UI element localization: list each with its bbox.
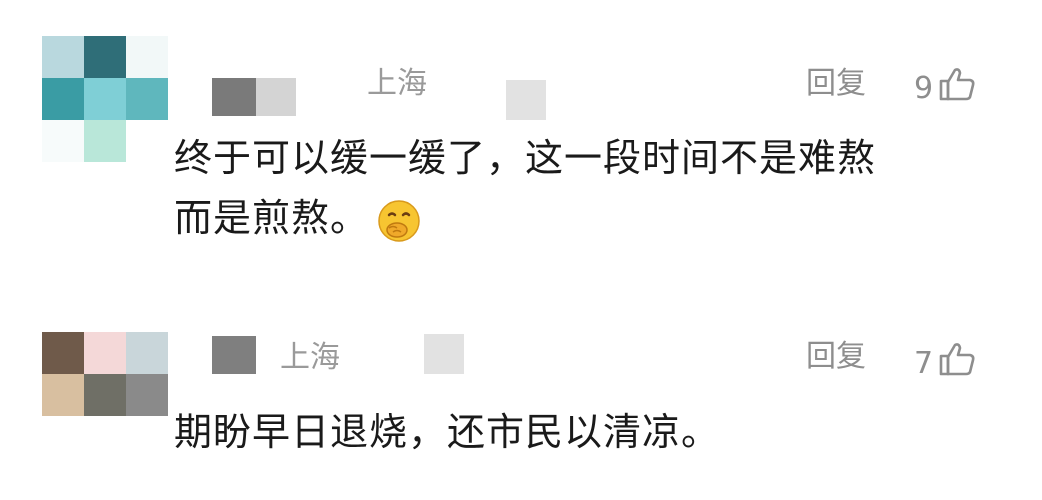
- avatar-pixel: [42, 78, 84, 120]
- comment-text: 终于可以缓一缓了，这一段时间不是难熬 而是煎熬。: [174, 128, 974, 248]
- avatar-pixel: [42, 120, 84, 162]
- like-count: 7: [914, 345, 934, 381]
- blur-block: [212, 336, 256, 374]
- avatar-pixel: [42, 332, 84, 374]
- avatar-pixel: [84, 332, 126, 374]
- avatar-pixel: [42, 36, 84, 78]
- avatar[interactable]: [42, 36, 168, 162]
- hand-over-mouth-emoji-icon: [375, 197, 423, 245]
- avatar-pixel: [42, 374, 84, 416]
- comment-item: 上海 回复 7 期盼早日退烧，还市民以清凉。: [0, 300, 1042, 500]
- avatar-pixel: [84, 36, 126, 78]
- comment-text-line: 期盼早日退烧，还市民以清凉。: [174, 410, 721, 454]
- comment-text: 期盼早日退烧，还市民以清凉。: [174, 402, 974, 462]
- location-label: 上海: [367, 66, 427, 101]
- blur-block: [256, 78, 296, 116]
- username-blurred[interactable]: [212, 336, 256, 374]
- username-blurred[interactable]: [212, 78, 296, 116]
- avatar-pixel: [84, 374, 126, 416]
- comment-item: 上海 回复 9 终于可以缓一缓了，这一段时间不是难熬 而是煎熬。: [0, 0, 1042, 300]
- location-label: 上海: [280, 340, 340, 375]
- like-button[interactable]: 7: [914, 339, 977, 388]
- like-button[interactable]: 9: [914, 64, 977, 113]
- like-count: 9: [914, 70, 934, 106]
- avatar-pixel: [84, 78, 126, 120]
- blur-block: [212, 78, 256, 116]
- avatar-pixel: [126, 374, 168, 416]
- thumbs-up-icon: [937, 64, 977, 113]
- avatar[interactable]: [42, 332, 168, 416]
- avatar-pixel: [126, 36, 168, 78]
- reply-button[interactable]: 回复: [806, 339, 866, 375]
- user-badge: [506, 80, 546, 120]
- avatar-pixel: [126, 120, 168, 162]
- reply-button[interactable]: 回复: [806, 66, 866, 102]
- thumbs-up-icon: [937, 339, 977, 388]
- avatar-pixel: [126, 332, 168, 374]
- avatar-pixel: [126, 78, 168, 120]
- comment-text-line: 终于可以缓一缓了，这一段时间不是难熬: [174, 136, 877, 180]
- user-badge: [424, 334, 464, 374]
- comment-text-line: 而是煎熬。: [174, 188, 974, 248]
- comment-text-line-content: 而是煎熬。: [174, 196, 370, 240]
- avatar-pixel: [84, 120, 126, 162]
